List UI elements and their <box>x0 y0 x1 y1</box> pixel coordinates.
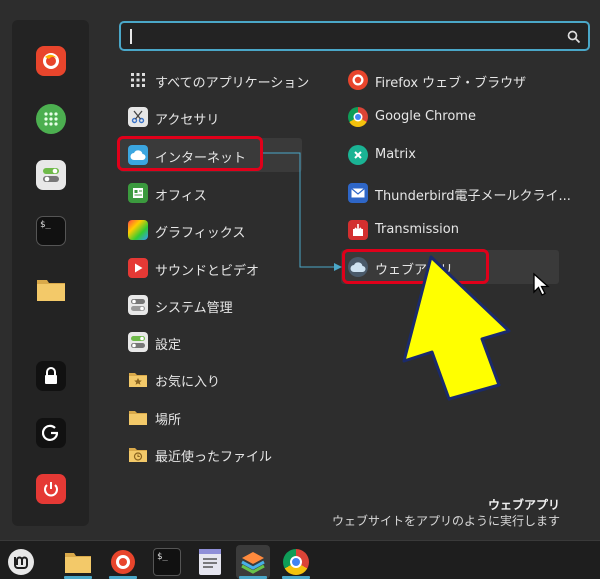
category-sound-video[interactable]: サウンドとビデオ <box>120 251 302 285</box>
app-label: Firefox ウェブ・ブラウザ <box>375 76 527 91</box>
mint-menu-icon <box>8 549 34 575</box>
calculator-icon[interactable] <box>36 104 66 134</box>
app-transmission[interactable]: Transmission <box>341 213 559 247</box>
search-icon[interactable] <box>567 29 581 48</box>
category-label: お気に入り <box>155 375 221 390</box>
firefox-icon <box>111 550 135 574</box>
logout-icon[interactable] <box>36 418 66 448</box>
search-box[interactable] <box>119 21 590 51</box>
app-label: Google Chrome <box>375 109 476 124</box>
app-label: Transmission <box>375 222 459 237</box>
category-internet[interactable]: インターネット <box>120 138 302 172</box>
terminal-icon[interactable]: $_ <box>36 216 66 246</box>
category-label: 設定 <box>155 338 182 353</box>
application-menu: $_ すべてのアプリケーション アクセサリ インターネット オフィス グラフィッ… <box>0 0 600 540</box>
category-label: インターネット <box>155 151 247 166</box>
layers-icon <box>241 552 265 574</box>
matrix-icon <box>348 145 368 165</box>
terminal-icon: $_ <box>153 548 181 576</box>
app-label: ウェブアプリ <box>375 263 454 278</box>
description-text: ウェブサイトをアプリのように実行します <box>331 514 560 528</box>
favorites-sidebar: $_ <box>12 20 89 526</box>
category-label: オフィス <box>155 189 207 204</box>
recent-folder-icon <box>128 444 148 464</box>
firefox-icon <box>348 70 368 90</box>
scissors-icon <box>128 107 148 127</box>
description-title: ウェブアプリ <box>487 498 560 512</box>
category-label: すべてのアプリケーション <box>155 76 310 91</box>
favorites-folder-icon <box>128 369 148 389</box>
terminal-prompt-text: $_ <box>40 220 51 230</box>
taskbar-text-editor[interactable] <box>193 545 227 579</box>
category-label: 場所 <box>155 413 182 428</box>
category-accessories[interactable]: アクセサリ <box>120 100 302 134</box>
text-caret <box>130 29 132 44</box>
category-label: サウンドとビデオ <box>155 264 260 279</box>
category-places[interactable]: 場所 <box>120 400 302 434</box>
firefox-icon[interactable] <box>36 46 66 76</box>
app-thunderbird[interactable]: Thunderbird電子メールクライ... <box>341 176 571 210</box>
taskbar: $_ <box>0 540 600 579</box>
grid-icon <box>128 70 148 90</box>
cloud-icon <box>128 145 148 165</box>
transmission-icon <box>348 220 368 240</box>
app-label: Matrix <box>375 147 416 162</box>
play-icon <box>128 258 148 278</box>
category-office[interactable]: オフィス <box>120 176 302 210</box>
places-folder-icon <box>128 407 148 427</box>
app-webapps[interactable]: ウェブアプリ <box>341 250 559 284</box>
taskbar-files[interactable] <box>61 545 95 579</box>
webapp-icon <box>348 257 368 277</box>
category-recent-files[interactable]: 最近使ったファイル <box>120 437 302 471</box>
lock-icon[interactable] <box>36 361 66 391</box>
category-label: アクセサリ <box>155 113 220 128</box>
system-icon <box>128 295 148 315</box>
app-label: Thunderbird電子メールクライ... <box>375 189 571 204</box>
category-system-admin[interactable]: システム管理 <box>120 288 302 322</box>
settings-toggle-icon[interactable] <box>36 160 66 190</box>
taskbar-chrome[interactable] <box>279 545 313 579</box>
folder-icon[interactable] <box>36 274 66 304</box>
thunderbird-icon <box>348 183 368 203</box>
app-google-chrome[interactable]: Google Chrome <box>341 100 559 134</box>
office-icon <box>128 183 148 203</box>
terminal-prompt-text: $_ <box>157 552 168 562</box>
text-editor-icon <box>199 549 221 575</box>
taskbar-firefox[interactable] <box>106 545 140 579</box>
folder-icon <box>65 553 91 573</box>
taskbar-webapps[interactable] <box>236 545 270 579</box>
category-label: 最近使ったファイル <box>155 450 273 465</box>
category-favorites[interactable]: お気に入り <box>120 362 302 396</box>
taskbar-terminal[interactable]: $_ <box>150 545 184 579</box>
search-input[interactable] <box>131 25 561 47</box>
app-matrix[interactable]: Matrix <box>341 138 559 172</box>
chrome-icon <box>283 549 309 575</box>
category-label: グラフィックス <box>155 226 246 241</box>
settings-icon <box>128 332 148 352</box>
category-settings[interactable]: 設定 <box>120 325 302 359</box>
category-label: システム管理 <box>155 301 233 316</box>
mouse-cursor-icon <box>533 272 550 296</box>
mint-menu-button[interactable] <box>4 545 38 579</box>
app-firefox[interactable]: Firefox ウェブ・ブラウザ <box>341 63 559 97</box>
category-graphics[interactable]: グラフィックス <box>120 213 302 247</box>
chrome-icon <box>348 107 368 127</box>
power-icon[interactable] <box>36 474 66 504</box>
graphics-icon <box>128 220 148 240</box>
category-all-applications[interactable]: すべてのアプリケーション <box>120 63 309 97</box>
